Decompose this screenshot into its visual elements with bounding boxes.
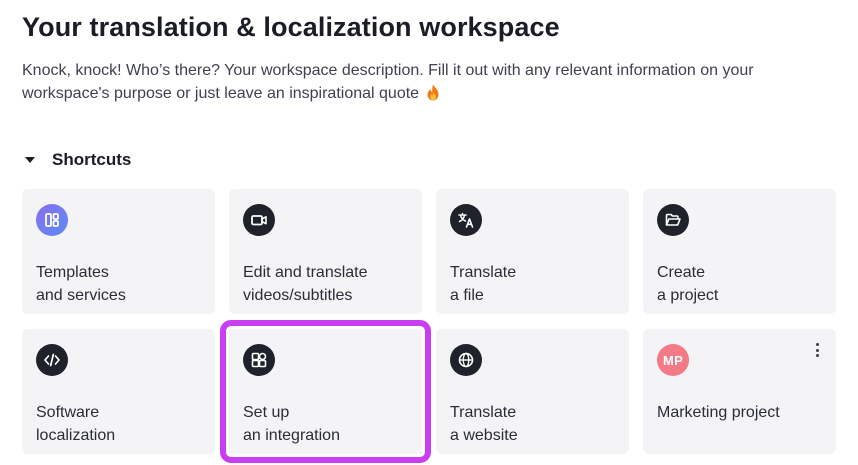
page-title: Your translation & localization workspac… — [22, 12, 560, 42]
shortcut-label: Translate a website — [450, 401, 615, 447]
shortcut-label-line-1: Software — [36, 404, 100, 421]
shortcut-label-line-2: videos/subtitles — [243, 287, 353, 304]
shortcut-set-up-integration[interactable]: Set up an integration — [220, 320, 431, 463]
shortcut-label-line-1: Translate — [450, 264, 517, 281]
shortcuts-heading: Shortcuts — [52, 150, 132, 169]
templates-icon — [36, 204, 68, 236]
shortcut-label-line-1: Marketing project — [657, 404, 780, 421]
shortcut-label-line-1: Translate — [450, 404, 517, 421]
globe-icon — [450, 344, 482, 376]
shortcut-label: Templates and services — [36, 261, 201, 307]
integration-icon — [243, 344, 275, 376]
code-icon — [36, 344, 68, 376]
shortcut-label-line-2: a project — [657, 287, 719, 304]
shortcut-translate-website[interactable]: Translate a website — [436, 329, 629, 454]
project-avatar: MP — [657, 344, 689, 376]
shortcut-label: Software localization — [36, 401, 201, 447]
workspace-page: Your translation & localization workspac… — [0, 0, 858, 465]
description-text: Knock, knock! Who’s there? Your workspac… — [22, 62, 754, 102]
shortcuts-section-toggle[interactable]: Shortcuts — [24, 150, 131, 170]
shortcut-label: Translate a file — [450, 261, 615, 307]
shortcut-label: Edit and translate videos/subtitles — [243, 261, 408, 307]
caret-down-icon — [25, 157, 35, 163]
video-camera-icon — [243, 204, 275, 236]
translate-icon — [450, 204, 482, 236]
workspace-description[interactable]: Knock, knock! Who’s there? Your workspac… — [22, 59, 822, 105]
shortcut-label-line-2: a file — [450, 287, 484, 304]
shortcut-label-line-1: Edit and translate — [243, 264, 368, 281]
shortcut-label-line-2: a website — [450, 427, 518, 444]
shortcut-label-line-2: localization — [36, 427, 116, 444]
shortcut-software-localization[interactable]: Software localization — [22, 329, 215, 454]
shortcut-create-project[interactable]: Create a project — [643, 189, 836, 314]
shortcut-edit-translate-videos[interactable]: Edit and translate videos/subtitles — [229, 189, 422, 314]
shortcut-label: Create a project — [657, 261, 822, 307]
shortcut-translate-file[interactable]: Translate a file — [436, 189, 629, 314]
fire-icon — [427, 84, 439, 101]
folder-open-icon — [657, 204, 689, 236]
shortcut-label-line-2: and services — [36, 287, 126, 304]
shortcuts-grid: Templates and services Edit and translat… — [22, 189, 836, 463]
more-vertical-icon[interactable] — [812, 341, 822, 359]
shortcut-label: Set up an integration — [243, 401, 408, 447]
shortcut-label-line-1: Set up — [243, 404, 290, 421]
shortcut-label-line-1: Templates — [36, 264, 109, 281]
shortcut-label: Marketing project — [657, 401, 822, 424]
shortcut-templates-and-services[interactable]: Templates and services — [22, 189, 215, 314]
shortcut-label-line-2: an integration — [243, 427, 340, 444]
shortcut-label-line-1: Create — [657, 264, 706, 281]
project-card-marketing[interactable]: MP Marketing project — [643, 329, 836, 454]
